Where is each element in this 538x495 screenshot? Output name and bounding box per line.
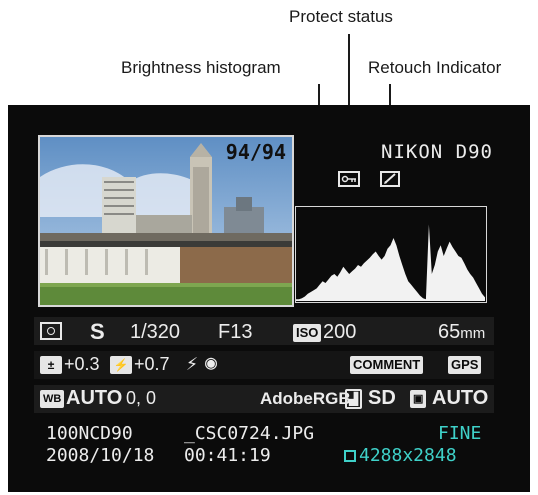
exposure-mode: S xyxy=(90,319,105,344)
retouch-pencil-icon xyxy=(380,171,400,187)
comment-badge: COMMENT xyxy=(350,356,424,374)
shutter-speed: 1/320 xyxy=(130,321,181,343)
image-size-icon xyxy=(344,450,356,462)
frame-count: 94/94 xyxy=(225,140,286,164)
capture-date: 2008/10/18 xyxy=(46,445,155,466)
retouch-indicator-callout: Retouch Indicator xyxy=(368,58,502,77)
focal-length-unit: mm xyxy=(460,325,486,342)
aperture-value: F13 xyxy=(218,321,253,343)
gps-badge: GPS xyxy=(448,356,482,374)
camera-model: NIKON D90 xyxy=(381,141,493,163)
image-size-value: 4288x2848 xyxy=(359,445,457,466)
matrix-metering-icon xyxy=(40,322,62,340)
active-d-lighting-value: AUTO xyxy=(432,387,489,409)
iso-value: 200 xyxy=(323,321,357,343)
white-balance-badge: WB xyxy=(40,390,65,408)
flash-compensation-value: +0.7 xyxy=(134,354,170,374)
shooting-info-row-2 xyxy=(34,351,494,379)
brightness-histogram-callout: Brightness histogram xyxy=(121,58,281,77)
active-d-lighting-icon: ▣ xyxy=(410,390,427,408)
flash-icon: ⚡ xyxy=(186,351,199,375)
camera-lcd-screen: 94/94 NIKON D90 S 1/320 F13 ISO 200 65mm… xyxy=(8,105,530,492)
capture-time: 00:41:19 xyxy=(184,445,271,466)
folder-name: 100NCD90 xyxy=(46,423,133,444)
white-balance-fine-tune: 0, 0 xyxy=(126,388,157,408)
iso-badge: ISO xyxy=(293,324,322,342)
image-size: 4288x2848 xyxy=(344,445,457,466)
exposure-compensation-icon: ± xyxy=(40,356,62,374)
exposure-compensation-value: +0.3 xyxy=(64,354,100,374)
brightness-histogram xyxy=(295,206,487,303)
focal-length: 65mm xyxy=(438,321,485,344)
picture-control-value: SD xyxy=(368,387,396,409)
focal-length-value: 65 xyxy=(438,321,461,343)
photo-thumbnail[interactable]: 94/94 xyxy=(38,135,294,307)
flash-compensation-icon: ⚡ xyxy=(110,356,132,374)
protect-status-callout: Protect status xyxy=(289,7,393,26)
image-quality: FINE xyxy=(438,423,482,444)
white-balance-value: AUTO xyxy=(66,387,123,409)
red-eye-icon: ◉ xyxy=(205,350,218,374)
file-name: _CSC0724.JPG xyxy=(184,423,315,444)
histogram-graph xyxy=(296,224,485,301)
color-space: AdobeRGB xyxy=(260,389,351,408)
histogram-area xyxy=(296,224,485,301)
protect-key-icon xyxy=(338,171,360,187)
picture-control-icon: ▟ xyxy=(345,389,363,409)
